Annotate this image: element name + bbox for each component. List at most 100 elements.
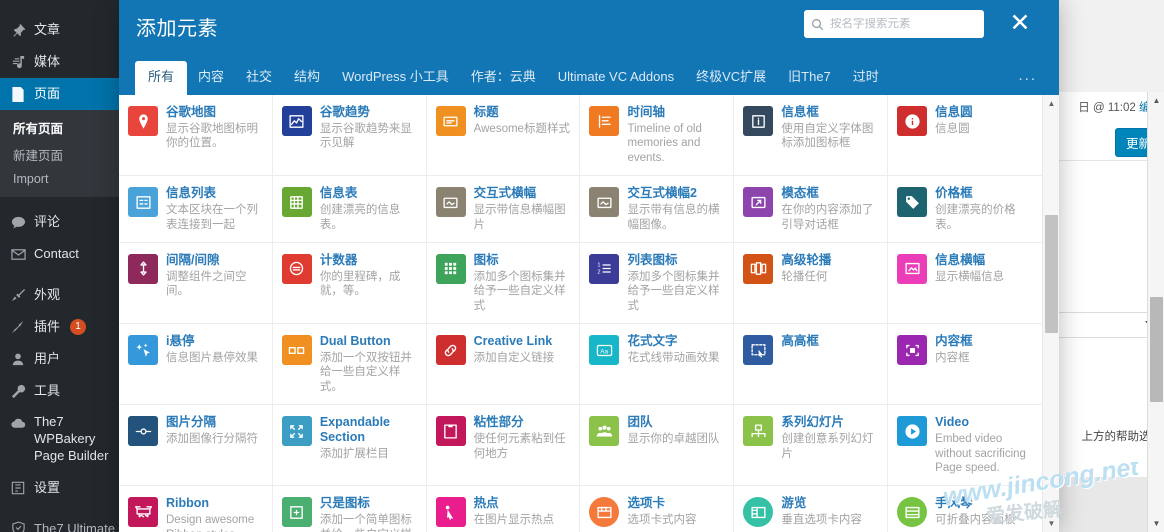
element-card[interactable]: Ribbon Design awesome Ribbon styles <box>119 486 273 532</box>
element-card[interactable]: 交互式横幅 显示带信息横幅图片 <box>426 176 581 243</box>
element-card[interactable]: 团队 显示你的卓越团队 <box>580 405 735 487</box>
submenu-item-new-page[interactable]: 新建页面 <box>0 141 119 168</box>
element-card-description: 添加一个双按钮并给一些自定义样式。 <box>319 352 412 393</box>
sidebar-item-plugins[interactable]: 插件 1 <box>0 311 119 343</box>
element-card-text: 时间轴 Timeline of old memories and events. <box>627 105 725 165</box>
element-card[interactable]: 标题 Awesome标题样式 <box>426 95 581 177</box>
tab-8[interactable]: 旧The7 <box>777 61 842 95</box>
element-card[interactable]: 间隔/间隙 调整组件之间空间。 <box>119 242 273 324</box>
page-scrollbar-thumb[interactable] <box>1150 297 1163 402</box>
element-card[interactable]: 信息框 使用自定义字体图标添加图标框 <box>734 95 889 177</box>
sidebar-item-appearance[interactable]: 外观 <box>0 279 119 311</box>
element-card[interactable]: 图标 添加多个图标集并给予一些自定义样式 <box>426 242 581 324</box>
element-card-title: 谷歌地图 <box>166 105 217 119</box>
sidebar-label: The7 Ultimate <box>34 520 115 532</box>
element-card-text: 交互式横幅2 显示带有信息的横幅图像。 <box>627 186 725 232</box>
element-card[interactable]: 手风琴 可折叠内容面板 <box>888 486 1042 532</box>
element-card-title: Creative Link <box>473 334 553 348</box>
element-card-description: 花式线带动画效果 <box>627 352 720 364</box>
element-card[interactable]: 价格框 创建漂亮的价格表。 <box>888 176 1042 243</box>
tab-3[interactable]: 结构 <box>283 61 331 95</box>
element-card[interactable]: 信息列表 文本区块在一个列表连接到一起 <box>119 176 273 243</box>
sidebar-item-media[interactable]: 媒体 <box>0 46 119 78</box>
element-card[interactable]: 计数器 你的里程碑，成就，等。 <box>272 242 427 324</box>
sidebar-label: 插件 <box>34 319 61 335</box>
element-card[interactable]: 只是图标添加一个简单图标并给一些自定义样式。 <box>272 486 427 532</box>
sidebar-item-users[interactable]: 用户 <box>0 343 119 375</box>
element-card[interactable]: 粘性部分 使任何元素粘到任何地方 <box>426 405 581 487</box>
scroll-down-icon[interactable]: ▼ <box>1043 515 1059 532</box>
element-card[interactable]: Video Embed video without sacrificing Pag… <box>888 405 1042 487</box>
tab-9[interactable]: 过时 <box>842 61 890 95</box>
sidebar-item-tools[interactable]: 工具 <box>0 375 119 407</box>
element-card-title: Expandable Section <box>319 415 390 445</box>
tab-0[interactable]: 所有 <box>135 61 188 95</box>
bg-dropdown[interactable] <box>1046 312 1162 338</box>
tab-4[interactable]: WordPress 小工具 <box>331 61 460 95</box>
search-input[interactable] <box>830 18 977 30</box>
search-box[interactable] <box>804 10 984 38</box>
tab-6[interactable]: Ultimate VC Addons <box>547 61 685 95</box>
svg-text:2: 2 <box>597 270 600 276</box>
sidebar-item-the7-wpbakery[interactable]: The7 WPBakery Page Builder <box>0 407 119 472</box>
element-card[interactable]: 高高框 <box>734 324 889 406</box>
element-card-text: 花式文字 花式线带动画效果 <box>627 334 719 365</box>
tab-2[interactable]: 社交 <box>235 61 283 95</box>
sidebar-label: The7 WPBakery Page Builder <box>34 414 109 463</box>
element-card[interactable]: 系列幻灯片 创建创意系列幻灯片 <box>734 405 889 487</box>
element-card[interactable]: 信息横幅 显示横幅信息 <box>888 242 1042 324</box>
sidebar-item-contact[interactable]: Contact <box>0 238 119 270</box>
element-card[interactable]: 谷歌趋势 显示谷歌趋势来显示见解 <box>272 95 427 177</box>
sidebar-item-pages[interactable]: 页面 <box>0 78 119 110</box>
element-card[interactable]: Dual Button 添加一个双按钮并给一些自定义样式。 <box>272 324 427 406</box>
sidebar-item-settings[interactable]: 设置 <box>0 472 119 504</box>
element-card[interactable]: 信息圆 信息圆 <box>888 95 1042 177</box>
tools-icon <box>9 382 27 400</box>
element-card-description: 显示谷歌地图标明你的位置。 <box>166 123 258 150</box>
submenu-item-import[interactable]: Import <box>0 168 119 190</box>
scroll-down-icon[interactable]: ▼ <box>1148 515 1164 532</box>
price-tag-icon <box>897 187 928 218</box>
element-card[interactable]: 内容框 内容框 <box>888 324 1042 406</box>
element-card[interactable]: 游览 垂直选项卡内容 <box>734 486 889 532</box>
sidebar-item-the7-ultimate[interactable]: The7 Ultimate <box>0 513 119 532</box>
element-card[interactable]: Aa 花式文字 花式线带动画效果 <box>580 324 735 406</box>
submenu-item-all-pages[interactable]: 所有页面 <box>0 114 119 141</box>
element-card[interactable]: Creative Link 添加自定义链接 <box>426 324 581 406</box>
element-card[interactable]: i悬停 信息图片悬停效果 <box>119 324 273 406</box>
element-card[interactable]: 热点 在图片显示热点 <box>426 486 581 532</box>
element-card[interactable]: 选项卡 选项卡式内容 <box>580 486 735 532</box>
element-card-description: 轮播任何 <box>781 270 828 283</box>
comment-icon <box>9 213 27 231</box>
element-card-description: 使任何元素粘到任何地方 <box>473 433 566 460</box>
element-card[interactable]: 时间轴 Timeline of old memories and events. <box>580 95 735 177</box>
element-card[interactable]: 交互式横幅2 显示带有信息的横幅图像。 <box>580 176 735 243</box>
scroll-up-icon[interactable]: ▲ <box>1148 92 1164 109</box>
element-card-title: 信息列表 <box>166 186 217 201</box>
modal-body: 谷歌地图显示谷歌地图标明你的位置。 谷歌趋势 显示谷歌趋势来显示见解 标题 Awesom… <box>119 95 1059 532</box>
tab-overflow-menu[interactable]: ... <box>1018 67 1037 84</box>
element-card[interactable]: 图片分隔 添加图像行分隔符 <box>119 405 273 487</box>
page-scrollbar[interactable]: ▲ ▼ <box>1147 92 1164 532</box>
tab-7[interactable]: 终极VC扩展 <box>685 61 777 95</box>
tab-1[interactable]: 内容 <box>187 61 235 95</box>
element-card-description: 在你的内容添加了引导对话框 <box>781 204 874 231</box>
sidebar-item-posts[interactable]: 文章 <box>0 14 119 46</box>
scroll-up-icon[interactable]: ▲ <box>1043 95 1059 112</box>
close-icon[interactable]: ✕ <box>1006 10 1034 38</box>
element-card-text: Creative Link 添加自定义链接 <box>474 334 555 365</box>
tab-5[interactable]: 作者：云典 <box>460 61 547 95</box>
content-box-icon <box>897 335 928 365</box>
element-card[interactable]: 1 2 列表图标 添加多个图标集并给予一些自定义样式 <box>580 242 735 324</box>
element-card[interactable]: 信息表 创建漂亮的信息表。 <box>272 176 427 243</box>
sidebar-item-comments[interactable]: 评论 <box>0 206 119 238</box>
element-card[interactable]: Expandable Section 添加扩展栏目 <box>272 405 427 487</box>
modal-scrollbar[interactable]: ▲ ▼ <box>1042 95 1059 532</box>
element-card-title: 时间轴 <box>627 105 665 119</box>
element-card-description: 显示谷歌趋势来显示见解 <box>319 123 412 150</box>
element-card[interactable]: 高级轮播 轮播任何 <box>734 242 889 324</box>
element-card[interactable]: 模态框 在你的内容添加了引导对话框 <box>734 176 889 243</box>
counter-icon <box>281 253 312 284</box>
modal-scrollbar-thumb[interactable] <box>1045 215 1058 333</box>
element-card[interactable]: 谷歌地图显示谷歌地图标明你的位置。 <box>119 95 273 177</box>
